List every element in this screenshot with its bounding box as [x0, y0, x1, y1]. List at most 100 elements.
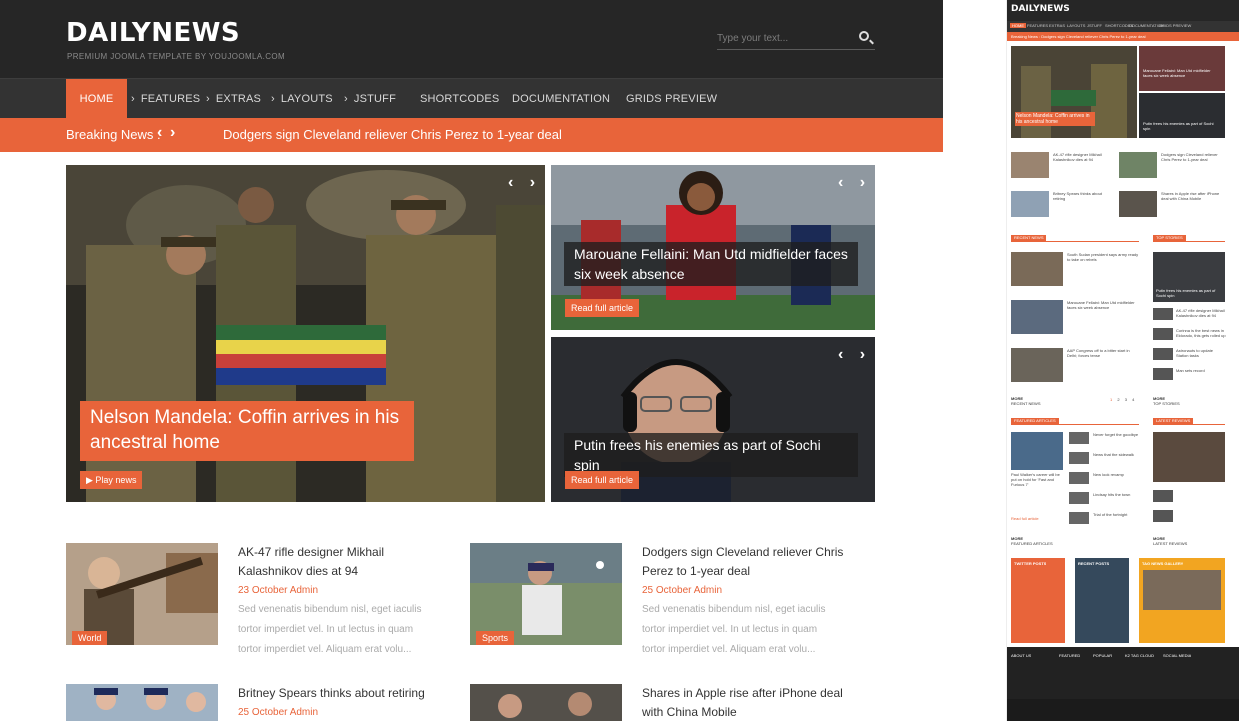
mini-copyright-bar — [1007, 699, 1239, 721]
slide-caption[interactable]: Nelson Mandela: Coffin arrives in his an… — [80, 401, 414, 461]
nav-label: FEATURES — [140, 93, 201, 105]
breaking-news-label: Breaking News : — [66, 127, 161, 142]
slide-nav-arrows[interactable]: ‹ › — [838, 174, 871, 192]
mini-footer-col: K2 TAG CLOUD — [1125, 653, 1154, 658]
site-tagline: PREMIUM JOOMLA TEMPLATE BY YOUJOOMLA.COM — [67, 52, 286, 61]
mini-section-rule — [1011, 241, 1139, 242]
nav-label: JSTUFF — [353, 93, 397, 105]
nav-item-extras[interactable]: › EXTRAS — [206, 79, 261, 119]
nav-item-grids-preview[interactable]: GRIDS PREVIEW — [626, 79, 717, 119]
mini-slide-side-2: Putin frees his enemies as part of Sochi… — [1139, 93, 1225, 138]
play-icon: ▶ — [86, 475, 96, 485]
article-thumbnail[interactable]: Sports — [470, 543, 622, 645]
mini-footer-col: FEATURED — [1059, 653, 1081, 658]
read-full-article-button[interactable]: Read full article — [565, 471, 640, 489]
article-title[interactable]: Dodgers sign Cleveland reliever Chris Pe… — [642, 543, 847, 581]
article-excerpt: Sed venenatis bibendum nisl, eget iaculi… — [642, 604, 826, 655]
article-title[interactable]: Shares in Apple rise after iPhone deal w… — [642, 684, 852, 721]
featured-slide-main[interactable]: ‹ › Nelson Mandela: Coffin arrives in hi… — [66, 165, 545, 502]
mini-thumb — [1119, 152, 1157, 178]
mini-recent-title: Marouane Fellaini: Man Utd midfielder fa… — [1067, 300, 1135, 310]
mini-thumb — [1069, 472, 1089, 484]
mini-grid-title: Shares in Apple rise after iPhone deal w… — [1161, 191, 1220, 201]
article-thumbnail[interactable]: World — [66, 543, 218, 645]
nav-item-jstuff[interactable]: › JSTUFF — [344, 79, 396, 119]
breaking-news-bar: Breaking News : ‹ › Dodgers sign Clevela… — [0, 118, 943, 152]
mini-slide-caption: Putin frees his enemies as part of Sochi… — [1143, 121, 1214, 131]
mini-thumb — [1069, 512, 1089, 524]
mini-twitter-widget: TWITTER POSTS — [1011, 558, 1065, 643]
mini-gallery-widget: TAG NEWS GALLERY — [1139, 558, 1225, 643]
mini-nav-item: GRIDS PREVIEW — [1159, 23, 1192, 28]
mini-top-title: AK-47 rifle designer Mikhail Kalashnikov… — [1176, 308, 1225, 318]
mini-nav-item: EXTRAS — [1049, 23, 1066, 28]
mini-latest-card — [1153, 432, 1225, 482]
nav-item-features[interactable]: › FEATURES — [131, 79, 200, 119]
nav-label: GRIDS PREVIEW — [626, 93, 718, 105]
site-header: DAILYNEWS PREMIUM JOOMLA TEMPLATE BY YOU… — [0, 0, 943, 78]
article-photo — [66, 684, 218, 721]
mini-section-rule — [1011, 424, 1139, 425]
mini-top-card: Putin frees his enemies as part of Sochi… — [1153, 252, 1225, 302]
chevron-right-icon[interactable]: › — [170, 124, 175, 142]
article-thumbnail[interactable] — [66, 684, 218, 721]
mini-page: 1 — [1110, 397, 1115, 402]
article-photo — [66, 543, 218, 645]
site-logo[interactable]: DAILYNEWS — [66, 18, 240, 48]
mini-thumb — [1153, 368, 1173, 380]
mini-thumb — [1153, 490, 1173, 502]
slide-nav-arrows[interactable]: ‹ › — [838, 346, 871, 364]
mini-grid-title: Dodgers sign Cleveland reliever Chris Pe… — [1161, 152, 1218, 162]
mini-thumb — [1011, 432, 1063, 470]
mini-top-title: Corinna is the best news in Eldorado, th… — [1176, 328, 1226, 338]
mini-section-rule — [1153, 241, 1225, 242]
mini-read-link: Read full article — [1011, 516, 1039, 521]
category-badge[interactable]: World — [72, 631, 108, 645]
slide-caption[interactable]: Marouane Fellaini: Man Utd midfielder fa… — [564, 242, 858, 286]
mini-footer-col: POPULAR — [1093, 653, 1113, 658]
mini-more-label: FEATURED ARTICLES — [1011, 541, 1053, 546]
mini-pagination: 1 2 3 4 — [1110, 397, 1140, 402]
chevron-right-icon: › — [344, 93, 348, 105]
breaking-news-headline[interactable]: Dodgers sign Cleveland reliever Chris Pe… — [223, 127, 562, 142]
search-input[interactable] — [717, 28, 847, 48]
mini-logo: DAILYNEWS — [1011, 4, 1070, 14]
search-icon[interactable] — [859, 31, 869, 41]
nav-item-home[interactable]: HOME — [66, 79, 127, 119]
read-full-article-button[interactable]: Read full article — [565, 299, 640, 317]
mini-grid-title: AK-47 rifle designer Mikhail Kalashnikov… — [1053, 152, 1102, 162]
nav-label: LAYOUTS — [280, 93, 333, 105]
article-meta: 25 October Admin — [238, 707, 319, 718]
mini-footer: ABOUT US FEATURED POPULAR K2 TAG CLOUD S… — [1007, 647, 1239, 699]
article-thumbnail[interactable] — [470, 684, 622, 721]
chevron-left-icon[interactable]: ‹ — [157, 124, 162, 142]
featured-slide-side-1[interactable]: ‹ › Marouane Fellaini: Man Utd midfielde… — [551, 165, 875, 330]
mini-gallery-photo — [1143, 570, 1221, 610]
slide-nav-arrows[interactable]: ‹ › — [508, 174, 541, 192]
article-title[interactable]: AK-47 rifle designer Mikhail Kalashnikov… — [238, 543, 438, 581]
main-nav: HOME › FEATURES › EXTRAS › LAYOUTS › JSTUFF … — [0, 78, 943, 119]
mini-more-label: LATEST REVIEWS — [1153, 541, 1188, 546]
mini-page: 4 — [1132, 397, 1137, 402]
mini-nav-item: LAYOUTS — [1067, 23, 1086, 28]
nav-label: EXTRAS — [215, 93, 262, 105]
mini-slide-caption: Nelson Mandela: Coffin arrives in his an… — [1015, 112, 1095, 126]
article-title[interactable]: Britney Spears thinks about retiring — [238, 684, 448, 703]
screenshot-stage: DAILYNEWS PREMIUM JOOMLA TEMPLATE BY YOU… — [0, 0, 1239, 721]
nav-item-documentation[interactable]: DOCUMENTATION — [512, 79, 610, 119]
mini-feat-card-title: Paul Walker's career will be put on hold… — [1011, 472, 1060, 487]
mini-nav-item: FEATURES — [1027, 23, 1049, 28]
featured-slide-side-2[interactable]: ‹ › Putin frees his enemies as part of S… — [551, 337, 875, 502]
mini-feat-title: New look revamp — [1093, 472, 1124, 477]
play-news-label: Play news — [95, 475, 137, 485]
mini-slide-caption: Marouane Fellaini: Man Utd midfielder fa… — [1143, 68, 1211, 78]
mini-widget-title: TWITTER POSTS — [1014, 561, 1047, 566]
mini-top-title: Astronauts to update Station tasks — [1176, 348, 1213, 358]
category-badge[interactable]: Sports — [476, 631, 515, 645]
mini-feat-title: Lindsay hits the town — [1093, 492, 1131, 497]
nav-item-layouts[interactable]: › LAYOUTS — [271, 79, 333, 119]
mini-thumb — [1011, 300, 1063, 334]
play-news-button[interactable]: ▶ Play news — [80, 471, 143, 489]
mini-nav-item: HOME — [1010, 23, 1026, 28]
nav-item-shortcodes[interactable]: SHORTCODES — [420, 79, 499, 119]
